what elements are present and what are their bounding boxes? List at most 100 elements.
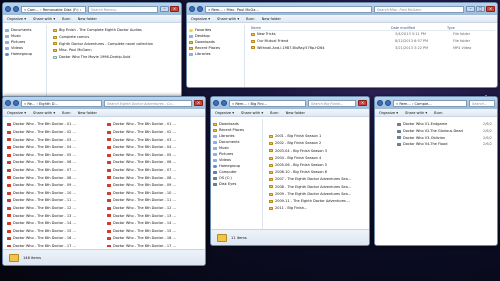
list-item[interactable]: 2001 - Big Finish Season 1 (269, 133, 367, 140)
list-item[interactable]: Doctor Who - The 8th Doctor - 01 ... (7, 121, 105, 129)
back-icon[interactable] (189, 6, 195, 12)
minimize-button[interactable]: – (466, 6, 475, 12)
list-item[interactable]: Doctor Who - The 8th Doctor - 17 ... (107, 243, 203, 247)
list-item[interactable]: 2007 - The Eighth Doctor Adventures Sea.… (269, 176, 367, 183)
list-item[interactable]: 2003-04 - Big Finish Season 3 (269, 147, 367, 154)
title-bar[interactable]: « Re... › Eighth D... Search Eighth Doct… (3, 97, 205, 109)
forward-icon[interactable] (197, 6, 203, 12)
forward-icon[interactable] (385, 100, 391, 106)
list-item[interactable]: Doctor Who - The 8th Doctor - 12 ... (7, 205, 105, 213)
address-bar[interactable]: « Rem... › Comple... (393, 99, 467, 107)
new-folder-button[interactable]: New folder (286, 111, 305, 115)
list-item[interactable]: Doctor Who - The 8th Doctor - 05 ... (7, 151, 105, 159)
list-item[interactable]: Complete comics (53, 34, 179, 41)
table-row[interactable]: Withnail.And.I.1987.BluRay.576p.H264 3/21… (251, 45, 495, 52)
close-button[interactable]: × (170, 6, 179, 12)
list-item[interactable]: Doctor Who - The 8th Doctor - 11 ... (107, 197, 203, 205)
nav-item[interactable]: Disk Eyes (213, 181, 260, 187)
burn-button[interactable]: Burn (270, 111, 278, 115)
list-item[interactable]: Doctor Who - The 8th Doctor - 05 ... (107, 151, 203, 159)
list-item[interactable]: 2009-11 - The Eighth Doctor Adventures .… (269, 198, 367, 205)
list-item[interactable]: Doctor Who - The 8th Doctor - 03 ... (107, 136, 203, 144)
list-item[interactable]: Doctor Who - The 8th Doctor - 15 ... (107, 227, 203, 235)
burn-button[interactable]: Burn (246, 17, 254, 21)
explorer-window-big-finish[interactable]: « Rem... › Big Fini... Search Big Finish… (210, 96, 370, 246)
list-item[interactable]: Doctor Who - The 8th Doctor - 02 ... (107, 129, 203, 137)
nav-item[interactable]: Homegroup (5, 51, 44, 57)
share-with-button[interactable]: Share with ▾ (33, 111, 55, 115)
nav-item[interactable]: Libraries (189, 51, 242, 57)
list-item[interactable]: Eighth Doctor Adventures - Complete nove… (53, 41, 179, 48)
share-with-button[interactable]: Share with ▾ (241, 111, 263, 115)
list-item[interactable]: Doctor Who - The 8th Doctor - 13 ... (7, 212, 105, 220)
table-row[interactable]: Our Mutual Friend 8/12/2013 6:57 PM File f… (251, 38, 495, 45)
address-bar[interactable]: « Rem... › Big Fini... (229, 99, 306, 107)
list-item[interactable]: Doctor Who - The 8th Doctor - 08 ... (107, 174, 203, 182)
list-item[interactable]: Doctor Who V4-The Flood 2/6/2 (397, 141, 495, 148)
address-bar[interactable]: « Rem... › Misc. Paul McGa... (205, 5, 372, 13)
list-item[interactable]: 2005-06 - Big Finish Season 5 (269, 162, 367, 169)
table-row[interactable]: New Tricks 3/4/2013 5:11 PM File folder (251, 31, 495, 38)
organize-button[interactable]: Organize ▾ (379, 111, 398, 115)
search-input[interactable]: Search Remov... (88, 5, 158, 13)
search-input[interactable]: Search... (469, 99, 495, 107)
list-item[interactable]: Doctor Who - The 8th Doctor - 10 ... (107, 189, 203, 197)
list-item[interactable]: Doctor Who - The 8th Doctor - 11 ... (7, 197, 105, 205)
list-item[interactable]: Doctor Who - The 8th Doctor - 06 ... (107, 159, 203, 167)
list-item[interactable]: Doctor Who - The 8th Doctor - 14 ... (7, 220, 105, 228)
list-item[interactable]: Misc. Paul McGann (53, 47, 179, 54)
search-input[interactable]: Search Eighth Doctor Adventures - Co... (104, 99, 192, 107)
explorer-window-complete-comics[interactable]: « Rem... › Comple... Search... Organize … (374, 96, 498, 246)
list-item[interactable]: Doctor Who - The 8th Doctor - 10 ... (7, 189, 105, 197)
share-with-button[interactable]: Share with ▾ (405, 111, 427, 115)
list-item[interactable]: Doctor Who - The 8th Doctor - 17 ... (7, 243, 105, 247)
back-icon[interactable] (5, 6, 11, 12)
address-bar[interactable]: « Com... › Removable Disk (F:) › (21, 5, 86, 13)
title-bar[interactable]: « Rem... › Comple... Search... (375, 97, 497, 109)
list-item[interactable]: Doctor Who - The 8th Doctor - 04 ... (7, 144, 105, 152)
list-item[interactable]: Doctor Who - The 8th Doctor - 02 ... (7, 129, 105, 137)
column-date-modified[interactable]: Date modified (391, 25, 447, 30)
list-item[interactable]: Doctor Who - The 8th Doctor - 15 ... (7, 227, 105, 235)
list-item[interactable]: Doctor Who - The 8th Doctor - 16 ... (7, 235, 105, 243)
list-item[interactable]: Doctor Who V2-The Glorious Dead 2/6/2 (397, 128, 495, 135)
minimize-button[interactable]: – (160, 6, 169, 12)
search-input[interactable]: Search Misc. Paul McGann (374, 5, 464, 13)
list-item[interactable]: Doctor Who - The 8th Doctor - 03 ... (7, 136, 105, 144)
explorer-window-removable-disk[interactable]: « Com... › Removable Disk (F:) › Search … (2, 2, 182, 98)
back-icon[interactable] (5, 100, 11, 106)
share-with-button[interactable]: Share with ▾ (217, 17, 239, 21)
list-item[interactable]: Doctor Who - The 8th Doctor - 07 ... (107, 167, 203, 175)
list-item[interactable]: Doctor Who - The 8th Doctor - 09 ... (7, 182, 105, 190)
list-item[interactable]: Doctor Who - The 8th Doctor - 14 ... (107, 220, 203, 228)
organize-button[interactable]: Organize ▾ (215, 111, 234, 115)
explorer-window-eighth-doctor[interactable]: « Re... › Eighth D... Search Eighth Doct… (2, 96, 206, 266)
back-icon[interactable] (213, 100, 219, 106)
list-item[interactable]: Doctor Who - The 8th Doctor - 12 ... (107, 205, 203, 213)
address-bar[interactable]: « Re... › Eighth D... (21, 99, 102, 107)
list-item[interactable]: Doctor Who The Movie 1996-Dvdrip-Xvid (53, 54, 179, 61)
burn-button[interactable]: Burn (434, 111, 442, 115)
new-folder-button[interactable]: New folder (262, 17, 281, 21)
forward-icon[interactable] (221, 100, 227, 106)
list-item[interactable]: 2008 - The Eighth Doctor Adventures Sea.… (269, 183, 367, 190)
organize-button[interactable]: Organize ▾ (7, 111, 26, 115)
list-item[interactable]: Doctor Who - The 8th Doctor - 01 ... (107, 121, 203, 129)
list-item[interactable]: Doctor Who - The 8th Doctor - 07 ... (7, 167, 105, 175)
close-button[interactable]: × (194, 100, 203, 106)
list-item[interactable]: Doctor Who - The 8th Doctor - 16 ... (107, 235, 203, 243)
list-item[interactable]: Doctor Who - The 8th Doctor - 13 ... (107, 212, 203, 220)
list-item[interactable]: 2002 - Big Finish Season 2 (269, 140, 367, 147)
explorer-window-misc-paul-mcgann[interactable]: « Rem... › Misc. Paul McGa... Search Mis… (186, 2, 498, 88)
forward-icon[interactable] (13, 6, 19, 12)
list-item[interactable]: Big Finish - The Complete Eighth Doctor … (53, 27, 179, 34)
search-input[interactable]: Search Big Finish... (308, 99, 356, 107)
list-item[interactable]: Doctor Who V1-Endgame 2/6/2 (397, 121, 495, 128)
forward-icon[interactable] (13, 100, 19, 106)
share-with-button[interactable]: Share with ▾ (33, 17, 55, 21)
list-item[interactable]: 2011 - Big Finish... (269, 205, 367, 212)
list-item[interactable]: Doctor Who V3-Oblivion 2/6/2 (397, 135, 495, 142)
new-folder-button[interactable]: New folder (78, 111, 97, 115)
organize-button[interactable]: Organize ▾ (7, 17, 26, 21)
burn-button[interactable]: Burn (62, 111, 70, 115)
